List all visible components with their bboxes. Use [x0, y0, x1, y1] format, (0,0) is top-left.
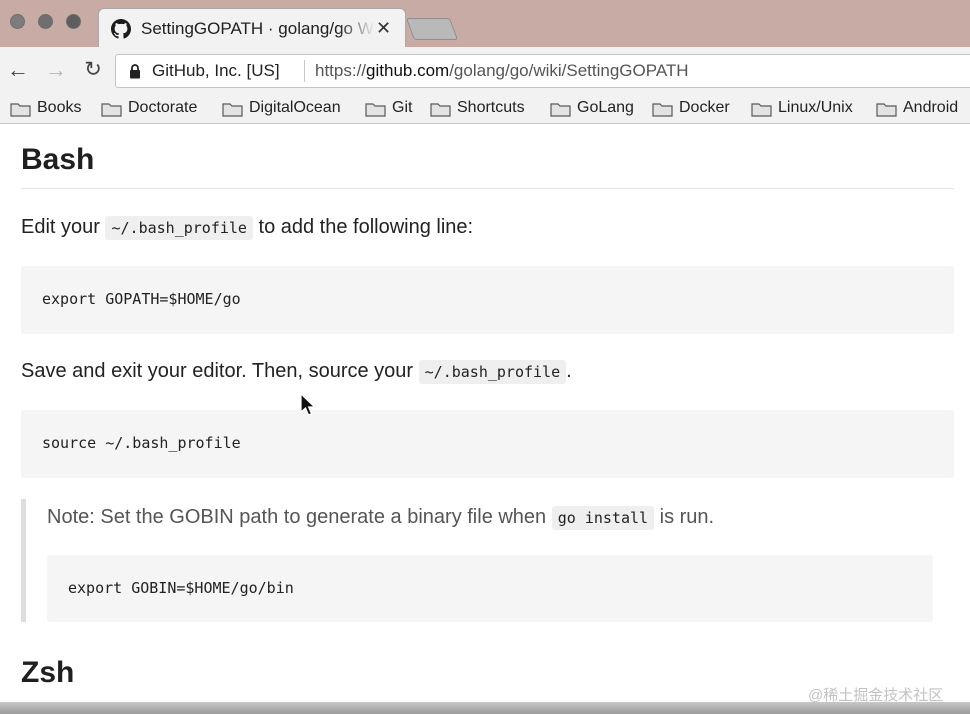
code-block[interactable]: export GOBIN=$HOME/go/bin — [47, 555, 933, 622]
tab-title-fade — [339, 17, 375, 41]
folder-icon — [652, 103, 673, 117]
text: is run. — [654, 506, 715, 528]
heading-zsh: Zsh — [21, 656, 75, 689]
folder-icon — [876, 103, 897, 117]
window-bottom-edge — [0, 702, 970, 714]
text: to add the following line: — [252, 216, 474, 238]
text: Edit your — [21, 216, 106, 238]
folder-icon — [222, 103, 243, 117]
folder-icon — [430, 103, 451, 117]
code-line: export GOBIN=$HOME/go/bin — [68, 579, 294, 597]
close-window-button[interactable] — [10, 14, 25, 29]
zoom-window-button[interactable] — [66, 14, 81, 29]
address-bar[interactable]: GitHub, Inc. [US] https://github.com/gol… — [115, 54, 970, 88]
code-line: source ~/.bash_profile — [42, 434, 241, 452]
browser-tab[interactable]: SettingGOPATH · golang/go Wi ✕ — [98, 8, 406, 47]
heading-bash: Bash — [21, 143, 95, 176]
forward-arrow-icon[interactable]: → — [43, 57, 69, 83]
back-arrow-icon[interactable]: ← — [5, 57, 31, 83]
site-identity[interactable]: GitHub, Inc. [US] — [152, 61, 280, 81]
bookmarks-bar: Books Doctorate DigitalOcean Git Shortcu… — [0, 95, 970, 124]
omnibox-separator — [304, 60, 305, 82]
bookmark-label: Linux/Unix — [778, 99, 853, 116]
paragraph-edit-profile: Edit your ~/.bash_profile to add the fol… — [21, 216, 474, 240]
folder-icon — [10, 103, 31, 117]
text: . — [566, 360, 572, 382]
inline-code: ~/.bash_profile — [418, 360, 567, 384]
minimize-window-button[interactable] — [38, 14, 53, 29]
url-scheme: https:// — [315, 61, 367, 80]
url-text[interactable]: https://github.com/golang/go/wiki/Settin… — [315, 61, 689, 81]
inline-code: ~/.bash_profile — [105, 216, 253, 240]
heading-divider — [21, 188, 954, 189]
new-tab-button[interactable] — [405, 18, 459, 40]
text: Note: Set the GOBIN path to generate a b… — [47, 506, 552, 528]
code-line: export GOPATH=$HOME/go — [42, 290, 241, 308]
bookmark-label: Doctorate — [128, 99, 198, 116]
reload-icon[interactable]: ↻ — [80, 57, 106, 83]
wiki-content: Bash Edit your ~/.bash_profile to add th… — [0, 124, 970, 702]
url-path: /golang/go/wiki/SettingGOPATH — [449, 61, 689, 80]
note-blockquote: Note: Set the GOBIN path to generate a b… — [21, 499, 934, 622]
bookmark-label: Books — [37, 99, 82, 116]
lock-icon — [130, 64, 140, 79]
close-tab-icon[interactable]: ✕ — [376, 18, 391, 39]
text: Save and exit your editor. Then, source … — [21, 360, 419, 382]
browser-toolbar: ← → ↻ GitHub, Inc. [US] https://github.c… — [0, 47, 970, 95]
bookmark-label: GoLang — [577, 99, 634, 116]
url-host: github.com — [366, 61, 450, 80]
folder-icon — [365, 103, 386, 117]
note-text: Note: Set the GOBIN path to generate a b… — [47, 506, 715, 530]
bookmark-label: Docker — [679, 99, 730, 116]
paragraph-source-profile: Save and exit your editor. Then, source … — [21, 360, 572, 384]
folder-icon — [101, 103, 122, 117]
code-block[interactable]: source ~/.bash_profile — [21, 410, 954, 478]
tab-strip: SettingGOPATH · golang/go Wi ✕ — [0, 0, 970, 47]
bookmark-label: DigitalOcean — [249, 99, 341, 116]
bookmark-label: Shortcuts — [457, 99, 525, 116]
inline-code: go install — [551, 506, 655, 530]
folder-icon — [550, 103, 571, 117]
code-block[interactable]: export GOPATH=$HOME/go — [21, 266, 954, 334]
folder-icon — [751, 103, 772, 117]
bookmark-label: Git — [392, 99, 413, 116]
github-icon — [111, 19, 131, 39]
mouse-pointer-icon — [300, 393, 316, 416]
bookmark-label: Android — [903, 99, 959, 116]
